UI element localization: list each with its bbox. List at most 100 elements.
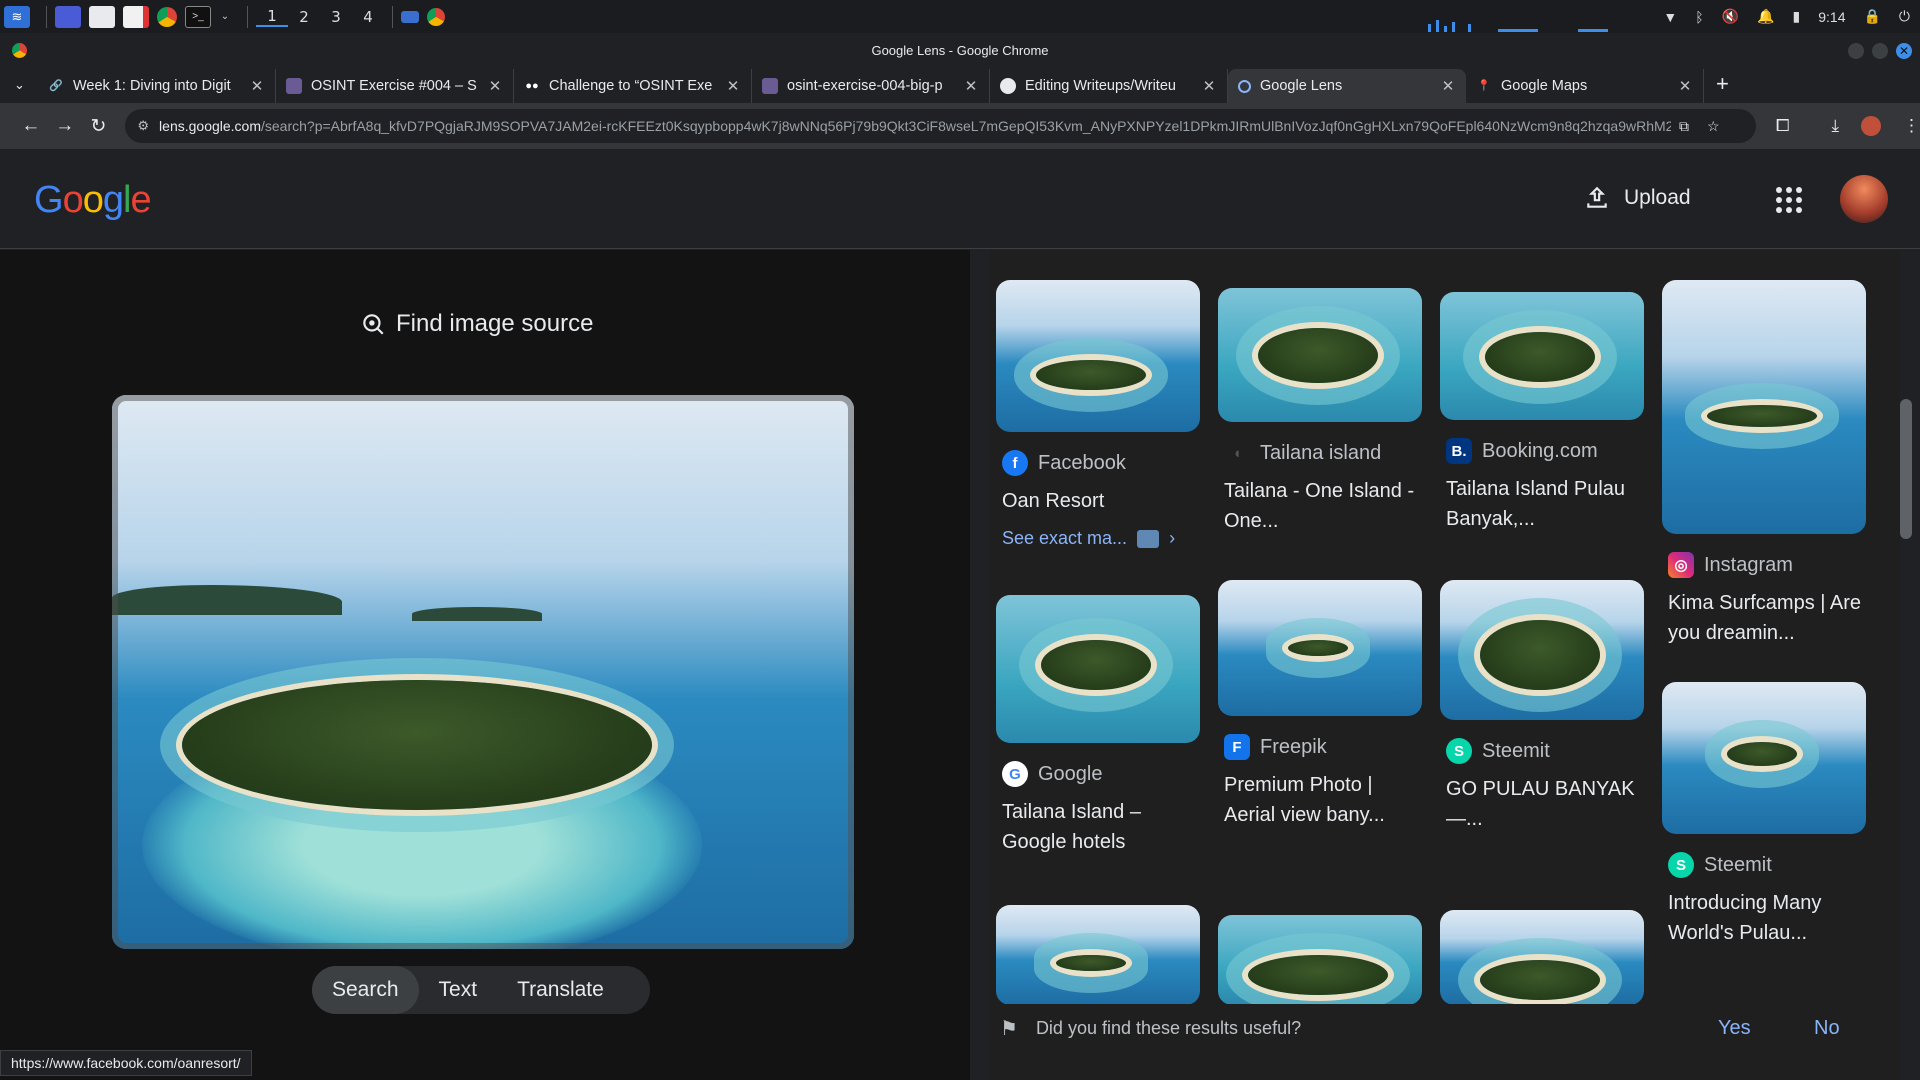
result-thumbnail[interactable]	[1440, 292, 1644, 420]
reload-button[interactable]: ↻	[82, 115, 116, 138]
result-card[interactable]	[1218, 915, 1422, 1005]
feedback-no-button[interactable]: No	[1814, 1017, 1840, 1040]
workspace-2[interactable]: 2	[288, 8, 320, 26]
results-scrollbar[interactable]	[1900, 399, 1912, 539]
upload-button[interactable]: Upload	[1584, 185, 1691, 211]
address-bar[interactable]: ⚙ lens.google.com /search?p=AbrfA8q_kfvD…	[125, 109, 1756, 143]
mute-icon[interactable]: 🔇	[1722, 8, 1739, 25]
source-name: Steemit	[1704, 853, 1772, 876]
tab-search-icon[interactable]: ⌄	[14, 77, 38, 93]
close-tab-icon[interactable]: ✕	[1440, 77, 1456, 95]
back-button[interactable]: ←	[14, 115, 48, 137]
chrome-window-icon[interactable]	[427, 7, 445, 26]
result-title[interactable]: Introducing Many World's Pulau...	[1662, 888, 1866, 948]
result-title[interactable]: GO PULAU BANYAK —...	[1440, 774, 1644, 834]
mode-translate[interactable]: Translate	[497, 966, 624, 1014]
app-menu-icon[interactable]: ≋	[4, 5, 30, 28]
tab-osint-big[interactable]: osint-exercise-004-big-p ✕	[752, 69, 990, 103]
result-card[interactable]: f Facebook Oan Resort See exact ma... ›	[996, 280, 1200, 549]
result-card[interactable]: F Freepik Premium Photo | Aerial view ba…	[1218, 580, 1422, 830]
close-tab-icon[interactable]: ✕	[487, 77, 503, 95]
mode-search[interactable]: Search	[312, 966, 419, 1014]
tab-osint-exercise[interactable]: OSINT Exercise #004 – S ✕	[276, 69, 514, 103]
lens-header: Google Upload	[0, 149, 1920, 249]
forward-button[interactable]: →	[48, 115, 82, 137]
result-thumbnail[interactable]	[1662, 682, 1866, 834]
site-info-icon[interactable]: ⚙	[137, 118, 149, 134]
result-card[interactable]	[996, 905, 1200, 1005]
google-apps-icon[interactable]	[1776, 187, 1802, 213]
power-icon[interactable]: ⏻	[1899, 8, 1910, 25]
notification-bell-icon[interactable]: 🔔	[1757, 8, 1774, 25]
result-thumbnail[interactable]	[1218, 580, 1422, 716]
result-title[interactable]: Premium Photo | Aerial view bany...	[1218, 770, 1422, 830]
desktop-icon[interactable]	[55, 5, 81, 28]
source-name: Freepik	[1260, 735, 1327, 758]
download-icon[interactable]: ⤓	[1831, 116, 1839, 136]
clock[interactable]: 9:14	[1818, 9, 1845, 25]
see-exact-matches-link[interactable]: See exact ma... ›	[996, 528, 1200, 549]
close-tab-icon[interactable]: ✕	[1201, 77, 1217, 95]
close-tab-icon[interactable]: ✕	[963, 77, 979, 95]
tab-week1[interactable]: 🔗 Week 1: Diving into Digit ✕	[38, 69, 276, 103]
menu-kebab-icon[interactable]: ⋮	[1903, 116, 1920, 136]
close-tab-icon[interactable]: ✕	[249, 77, 265, 95]
result-card[interactable]: S Steemit Introducing Many World's Pulau…	[1662, 682, 1866, 948]
result-title[interactable]: Kima Surfcamps | Are you dreamin...	[1662, 588, 1866, 648]
result-title[interactable]: Tailana - One Island - One...	[1218, 476, 1422, 536]
close-tab-icon[interactable]: ✕	[725, 77, 741, 95]
crop-frame[interactable]	[112, 395, 854, 949]
workspace-4[interactable]: 4	[352, 8, 384, 26]
minimize-button[interactable]	[1848, 43, 1864, 59]
google-logo[interactable]: Google	[34, 179, 152, 222]
feedback-yes-button[interactable]: Yes	[1718, 1017, 1751, 1040]
tab-github[interactable]: Editing Writeups/Writeu ✕	[990, 69, 1228, 103]
result-title[interactable]: Tailana Island Pulau Banyak,...	[1440, 474, 1644, 534]
terminal-icon[interactable]: >_	[185, 5, 211, 28]
tab-challenge[interactable]: ●● Challenge to “OSINT Exe ✕	[514, 69, 752, 103]
result-thumbnail[interactable]	[1662, 280, 1866, 534]
chrome-launcher-icon[interactable]	[157, 6, 177, 27]
profile-avatar-icon[interactable]	[1860, 116, 1881, 136]
result-card[interactable]: ◎ Instagram Kima Surfcamps | Are you dre…	[1662, 280, 1866, 648]
chevron-down-icon[interactable]: ⌄	[219, 6, 231, 28]
window-list-icon[interactable]	[401, 10, 419, 23]
close-window-button[interactable]: ✕	[1896, 43, 1912, 59]
result-thumbnail[interactable]	[1218, 915, 1422, 1005]
install-app-icon[interactable]: ⧉	[1679, 118, 1689, 135]
source-name: Steemit	[1482, 739, 1550, 762]
bookmark-star-icon[interactable]: ☆	[1707, 118, 1720, 135]
result-thumbnail[interactable]	[1440, 580, 1644, 720]
tab-google-maps[interactable]: 📍 Google Maps ✕	[1466, 69, 1704, 103]
file-manager-icon[interactable]	[89, 5, 115, 28]
result-thumbnail[interactable]	[1440, 910, 1644, 1005]
bluetooth-icon[interactable]: ᛒ	[1695, 9, 1703, 25]
mode-text[interactable]: Text	[419, 966, 498, 1014]
document-icon[interactable]	[123, 5, 149, 28]
lock-icon[interactable]: 🔒	[1863, 8, 1880, 25]
result-card[interactable]: S Steemit GO PULAU BANYAK —...	[1440, 580, 1644, 834]
result-thumbnail[interactable]	[996, 280, 1200, 432]
result-thumbnail[interactable]	[1218, 288, 1422, 422]
close-tab-icon[interactable]: ✕	[1677, 77, 1693, 95]
new-tab-button[interactable]: +	[1716, 71, 1729, 97]
result-title[interactable]: Tailana Island – Google hotels	[996, 797, 1200, 857]
tailana-icon: ◖	[1224, 440, 1250, 466]
result-thumbnail[interactable]	[996, 595, 1200, 743]
result-thumbnail[interactable]	[996, 905, 1200, 1005]
workspace-1[interactable]: 1	[256, 7, 288, 27]
tab-google-lens[interactable]: Google Lens ✕	[1228, 69, 1466, 103]
result-card[interactable]	[1440, 910, 1644, 1005]
maximize-button[interactable]	[1872, 43, 1888, 59]
workspace-3[interactable]: 3	[320, 8, 352, 26]
result-card[interactable]: ◖ Tailana island Tailana - One Island - …	[1218, 288, 1422, 536]
extensions-icon[interactable]: ⧠	[1776, 116, 1790, 136]
osint-icon	[762, 78, 778, 94]
result-card[interactable]: G Google Tailana Island – Google hotels	[996, 595, 1200, 857]
wifi-icon[interactable]: ▼	[1663, 9, 1677, 25]
result-card[interactable]: B. Booking.com Tailana Island Pulau Bany…	[1440, 292, 1644, 534]
result-title[interactable]: Oan Resort	[996, 486, 1200, 516]
find-image-source-button[interactable]: Find image source	[360, 310, 593, 338]
account-avatar[interactable]	[1840, 175, 1888, 223]
battery-icon[interactable]: ▮	[1793, 8, 1801, 25]
